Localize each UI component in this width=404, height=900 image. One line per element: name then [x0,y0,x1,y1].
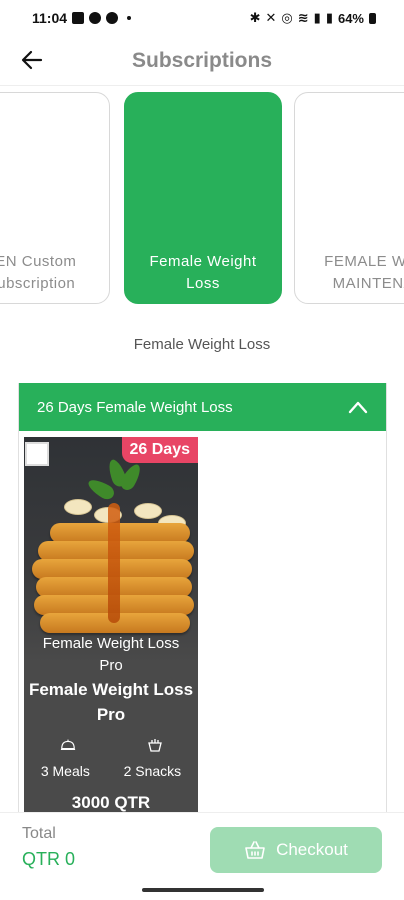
plan-card[interactable]: 26 Days Female Weight Loss Pro Female We… [24,437,198,822]
syrup-drip [108,503,120,623]
category-card-female-weight-loss[interactable]: Female Weight Loss [124,92,282,304]
checkout-label: Checkout [276,840,348,859]
mute-icon: ✕ [265,10,277,25]
mint-leaf-icon [117,461,145,493]
total-label: Total [22,825,56,842]
pancake-layer [50,523,190,543]
messenger-notification-icon [106,12,119,24]
category-card-female-weight-maintenance[interactable]: FEMALE WEIG MAINTENAN [294,92,404,304]
wifi-icon: ≋ [297,10,309,25]
facebook-notification-icon [89,12,102,24]
signal-icon-2: ▮ [325,10,333,25]
banana-slice-icon [134,503,162,519]
plan-price: 3000 QTR [71,793,151,812]
arrow-left-icon [21,50,43,70]
checkout-bar: Total QTR 0 Checkout [0,812,404,882]
signal-icon: ▮ [313,10,321,25]
category-label: Female Weight Loss [149,253,257,292]
plan-accordion: 26 Days Female Weight Loss 26 Days Femal… [18,383,387,823]
plan-icons [24,737,198,753]
category-label: FEMALE WEIG MAINTENAN [324,253,404,292]
snack-icon [147,737,163,753]
status-bar: 11:04 ✱ ✕ ◎ ≋ ▮ ▮ 64% [0,0,404,36]
app-header: Subscriptions [0,36,404,86]
gallery-notification-icon [72,12,85,24]
battery-level: 64% [337,10,364,26]
category-card-zen-custom[interactable]: ZEN Custom Subscription [0,92,110,304]
category-label: ZEN Custom Subscription [0,253,77,292]
banana-slice-icon [64,499,92,515]
bluetooth-icon: ✱ [249,10,261,25]
plan-counts: 3 Meals 2 Snacks [24,763,198,779]
snacks-count: 2 Snacks [123,763,182,779]
selected-category-title: Female Weight Loss [133,336,271,353]
home-indicator[interactable] [142,888,264,892]
plan-image: 26 Days [24,437,198,663]
category-carousel[interactable]: ZEN Custom Subscription Female Weight Lo… [0,92,404,304]
status-time: 11:04 [32,10,68,26]
checkout-button[interactable]: Checkout [210,827,382,873]
plan-image-caption: Female Weight Loss Pro [42,635,180,674]
days-badge: 26 Days [121,437,198,463]
hotspot-icon: ◎ [281,10,293,25]
more-notifications-icon [127,16,132,20]
status-left: 11:04 [32,10,132,26]
basket-icon [245,841,265,859]
total-value: QTR 0 [22,849,76,869]
page-title: Subscriptions [131,48,273,72]
cloche-icon [60,737,76,753]
accordion-header[interactable]: 26 Days Female Weight Loss [19,383,386,431]
meals-count: 3 Meals [40,763,90,779]
battery-icon [369,12,376,24]
chevron-up-icon[interactable] [348,397,368,417]
accordion-title: 26 Days Female Weight Loss [37,398,233,416]
plan-name: Female Weight Loss Pro [28,680,194,724]
back-button[interactable] [16,44,48,76]
status-right: ✱ ✕ ◎ ≋ ▮ ▮ 64% [250,10,376,26]
plan-select-checkbox[interactable] [25,442,49,466]
